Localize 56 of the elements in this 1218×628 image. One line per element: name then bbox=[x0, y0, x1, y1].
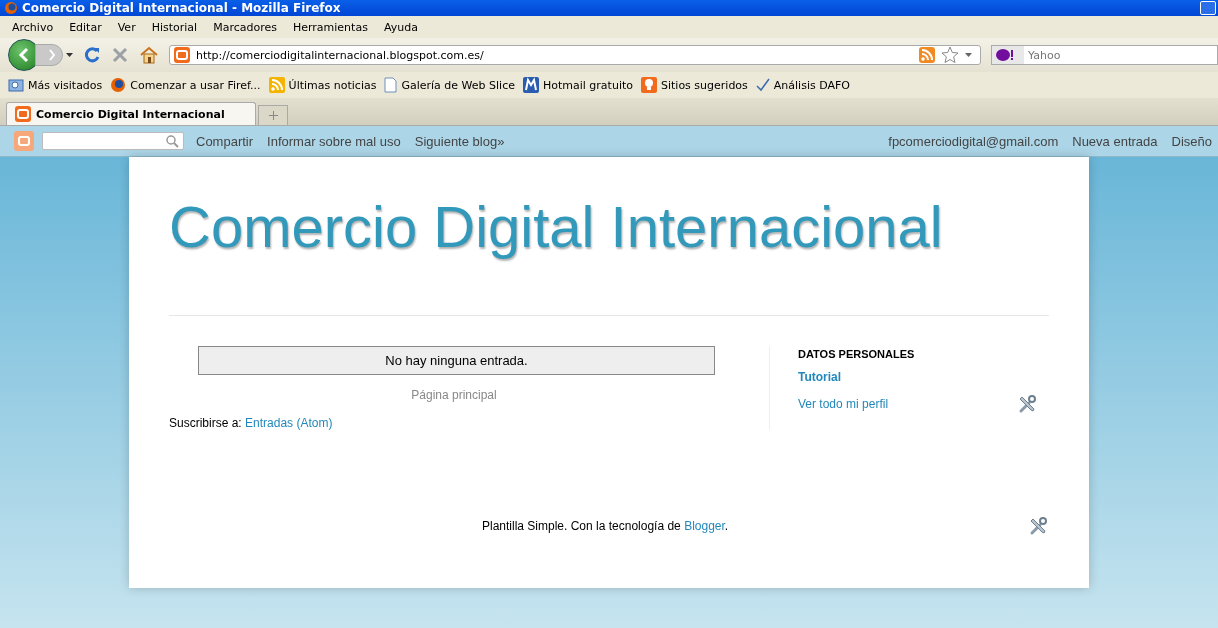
bookmark-link[interactable]: Análisis DAFO bbox=[773, 78, 850, 92]
browser-tab[interactable]: Comercio Digital Internacional bbox=[6, 102, 256, 125]
feed-link[interactable]: Entradas (Atom) bbox=[245, 416, 333, 430]
feed-icon[interactable] bbox=[919, 47, 935, 63]
menu-item[interactable]: Herramientas bbox=[284, 20, 376, 34]
chevron-left-icon bbox=[17, 47, 31, 63]
home-link[interactable]: Página principal bbox=[411, 388, 497, 402]
bookmark-link[interactable]: Más visitados bbox=[28, 78, 103, 92]
chevron-right-icon bbox=[48, 49, 56, 61]
navbar-link[interactable]: Informar sobre mal uso bbox=[267, 133, 401, 149]
lightbulb-icon[interactable] bbox=[641, 77, 657, 93]
dropdown-caret-icon[interactable] bbox=[66, 53, 73, 57]
menu-item[interactable]: Ver bbox=[109, 20, 144, 34]
magnifier-icon[interactable] bbox=[8, 77, 24, 93]
bookmark-link[interactable]: Últimas noticias bbox=[288, 78, 377, 92]
blogger-link[interactable]: Blogger bbox=[684, 519, 725, 533]
footer-text: Plantilla Simple. Con la tecnología de Blogger. bbox=[482, 519, 729, 533]
navbar-link[interactable]: Siguiente blog» bbox=[414, 133, 505, 149]
navbar-link[interactable]: fpcomerciodigital@gmail.com bbox=[888, 133, 1059, 149]
tools-icon[interactable] bbox=[1029, 516, 1049, 536]
dropdown-caret-icon[interactable] bbox=[965, 53, 972, 57]
menu-item[interactable]: Marcadores bbox=[205, 20, 285, 34]
navbar-link[interactable]: Compartir bbox=[196, 133, 254, 149]
bookmark-link[interactable]: Sitios sugeridos bbox=[661, 78, 748, 92]
blog-search-field[interactable] bbox=[42, 132, 184, 150]
reload-icon[interactable] bbox=[83, 46, 101, 64]
minimize-button[interactable] bbox=[1200, 1, 1216, 15]
menu-item[interactable]: Historial bbox=[143, 20, 206, 34]
subscribe-label: Suscribirse a: bbox=[169, 416, 242, 430]
status-message: No hay ninguna entrada. bbox=[198, 346, 715, 375]
navbar-link[interactable]: Nueva entrada bbox=[1072, 133, 1158, 149]
tools-icon[interactable] bbox=[1018, 394, 1038, 414]
plus-icon bbox=[268, 111, 278, 120]
bookmark-link[interactable]: Hotmail gratuito bbox=[542, 78, 633, 92]
search-icon[interactable] bbox=[166, 134, 179, 148]
menu-item[interactable]: Ayuda bbox=[375, 20, 426, 34]
bookmark-link[interactable]: Galería de Web Slice bbox=[401, 78, 515, 92]
page-icon[interactable] bbox=[384, 77, 398, 93]
home-icon[interactable] bbox=[139, 46, 159, 64]
browser-icon bbox=[4, 1, 18, 15]
letter-tile-icon[interactable] bbox=[522, 77, 539, 93]
blogger-logo-icon bbox=[174, 47, 190, 63]
profile-name-link[interactable]: Tutorial bbox=[798, 370, 1038, 384]
menu-item[interactable]: Archivo bbox=[4, 20, 62, 34]
menu-item[interactable]: Editar bbox=[61, 20, 110, 34]
profile-link[interactable]: Ver todo mi perfil bbox=[798, 397, 889, 411]
navbar-link[interactable]: Diseño bbox=[1171, 133, 1212, 149]
stop-icon[interactable] bbox=[111, 46, 129, 64]
widget-heading: DATOS PERSONALES bbox=[798, 348, 916, 360]
new-tab-button[interactable] bbox=[258, 105, 288, 125]
window-title: Comercio Digital Internacional - Mozilla Firefox bbox=[22, 1, 342, 15]
globe-icon[interactable] bbox=[110, 77, 127, 93]
checkmark-icon[interactable] bbox=[755, 78, 770, 92]
address-field[interactable]: http://comerciodigitalinternacional.blogspot.com.es/ bbox=[169, 45, 981, 65]
star-icon[interactable] bbox=[941, 46, 959, 64]
bookmark-link[interactable]: Comenzar a usar Firef... bbox=[130, 78, 261, 92]
